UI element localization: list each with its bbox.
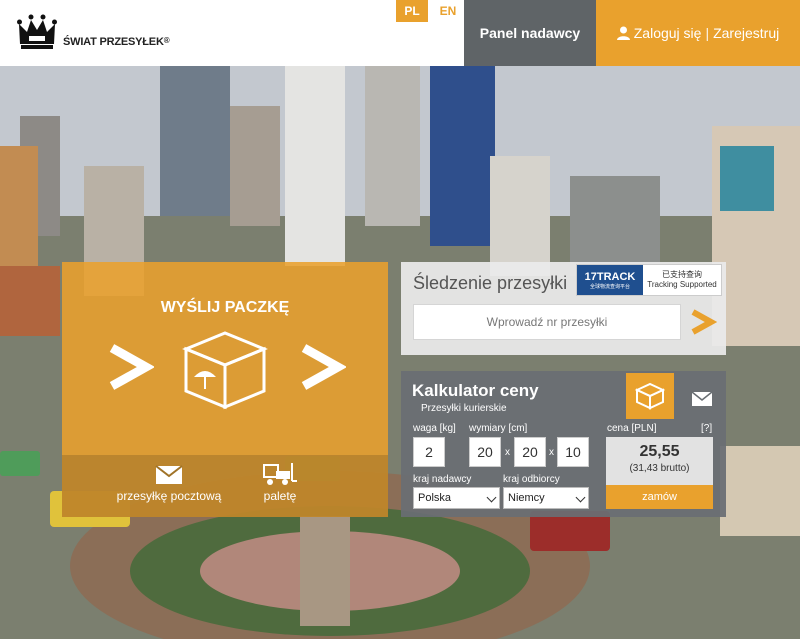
forklift-icon	[263, 463, 297, 485]
brand-name: ŚWIAT PRZESYŁEK®	[63, 36, 170, 48]
user-icon	[616, 26, 630, 40]
arrow-right-icon	[109, 344, 154, 390]
recipient-country-label: kraj odbiorcy	[503, 474, 560, 485]
17track-logo: 17TRACK 全球物流查询平台	[577, 265, 643, 295]
17track-badge[interactable]: 17TRACK 全球物流查询平台 已支持查询 Tracking Supporte…	[576, 264, 722, 296]
login-area: Zaloguj się | Zarejestruj	[596, 0, 800, 66]
parcel-box-icon	[182, 331, 268, 410]
sender-country-label: kraj nadawcy	[413, 474, 472, 485]
times-sign: x	[505, 447, 510, 458]
chevron-down-icon	[486, 492, 497, 503]
option-letter[interactable]: przesyłkę pocztową	[114, 465, 224, 503]
weight-label: waga [kg]	[413, 423, 456, 434]
crown-icon	[17, 14, 57, 49]
logo[interactable]: ŚWIAT PRZESYŁEK®	[17, 12, 170, 50]
dimension-width-input[interactable]: 20	[514, 437, 546, 467]
times-sign: x	[549, 447, 554, 458]
calculator-title: Kalkulator ceny	[412, 381, 539, 400]
login-separator: |	[705, 25, 710, 41]
arrow-right-icon	[301, 344, 346, 390]
option-pallet[interactable]: paletę	[250, 461, 310, 503]
tracking-number-input[interactable]: Wprowadź nr przesyłki	[413, 304, 681, 340]
calculator-subtitle: Przesyłki kurierskie	[421, 403, 507, 414]
dimensions-label: wymiary [cm]	[469, 423, 528, 434]
weight-input[interactable]: 2	[413, 437, 445, 467]
sender-country-select[interactable]: Polska	[413, 487, 500, 509]
tracking-panel: Śledzenie przesyłki 17TRACK 全球物流查询平台 已支持…	[401, 262, 726, 355]
login-link[interactable]: Zaloguj się	[634, 25, 702, 41]
17track-text: 已支持查询 Tracking Supported	[647, 269, 717, 289]
price-value: 25,55	[639, 443, 680, 460]
lang-pl-button[interactable]: PL	[396, 0, 428, 22]
price-calculator: Kalkulator ceny Przesyłki kurierskie wag…	[401, 371, 726, 517]
recipient-country-select[interactable]: Niemcy	[503, 487, 589, 509]
order-button[interactable]: zamów	[606, 485, 713, 509]
envelope-icon	[155, 465, 183, 484]
tracking-title: Śledzenie przesyłki	[413, 273, 568, 293]
dimension-length-input[interactable]: 20	[469, 437, 501, 467]
arrow-right-icon[interactable]	[689, 308, 717, 336]
price-brutto: (31,43 brutto)	[629, 463, 690, 474]
parcel-icon	[635, 382, 665, 410]
register-link[interactable]: Zarejestruj	[713, 25, 779, 41]
help-link[interactable]: [?]	[701, 423, 712, 434]
price-label: cena [PLN]	[607, 423, 657, 434]
send-parcel-title: WYŚLIJ PACZKĘ	[160, 299, 290, 316]
dimension-height-input[interactable]: 10	[557, 437, 589, 467]
price-display: 25,55 (31,43 brutto)	[606, 437, 713, 485]
envelope-icon[interactable]	[691, 391, 713, 407]
header: ŚWIAT PRZESYŁEK® PL EN Panel nadawcy Zal…	[0, 0, 800, 66]
sender-panel-button[interactable]: Panel nadawcy	[464, 0, 596, 66]
courier-tab[interactable]	[626, 373, 674, 419]
lang-en-button[interactable]: EN	[432, 0, 464, 22]
chevron-down-icon	[575, 492, 586, 503]
send-options-strip: przesyłkę pocztową paletę	[62, 455, 388, 517]
